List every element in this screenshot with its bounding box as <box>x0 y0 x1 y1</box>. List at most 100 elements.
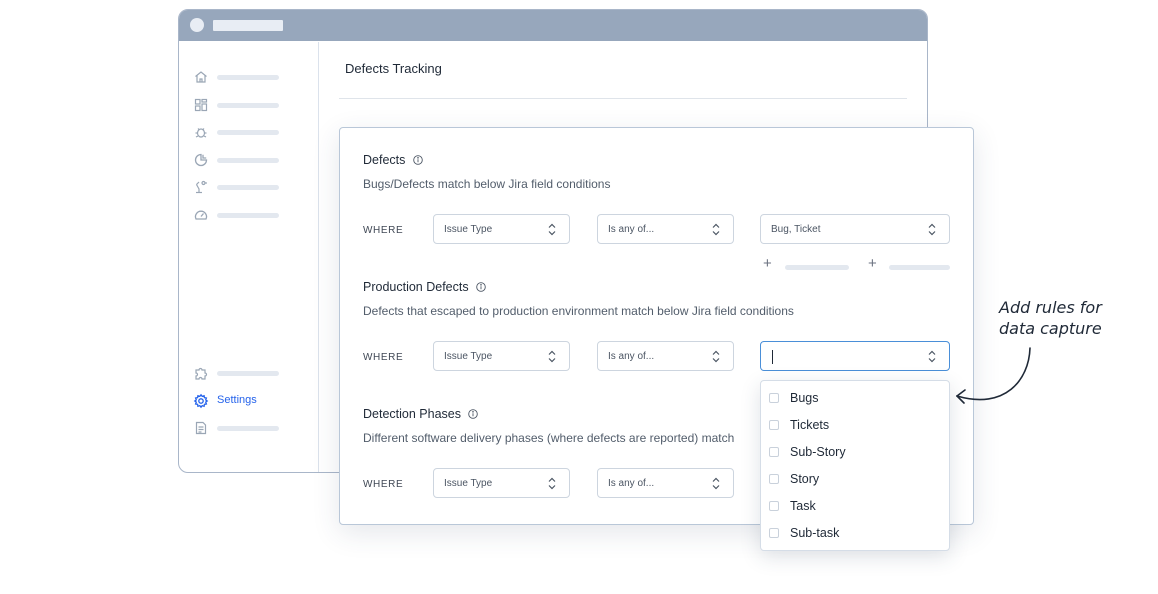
field-select[interactable]: Issue Type <box>433 214 570 244</box>
annotation-line: Add rules for <box>999 298 1102 317</box>
where-label: WHERE <box>363 225 404 236</box>
chevron-up-down-icon <box>548 223 556 236</box>
option-label: Story <box>790 472 820 486</box>
sidebar-item-placeholder <box>217 213 279 218</box>
sidebar-item-automation[interactable] <box>193 179 313 195</box>
sidebar-item-metrics[interactable] <box>193 207 313 223</box>
chevron-up-down-icon <box>712 350 720 363</box>
checkbox[interactable] <box>769 420 779 430</box>
plus-icon: + <box>868 255 877 272</box>
operator-select[interactable]: Is any of... <box>597 341 734 371</box>
field-select-value: Issue Type <box>444 351 493 362</box>
option-label: Sub-Story <box>790 445 846 459</box>
sidebar-item-reports[interactable] <box>193 152 313 168</box>
operator-select[interactable]: Is any of... <box>597 214 734 244</box>
dashboard-icon <box>194 98 208 112</box>
sidebar-item-dashboard[interactable] <box>193 97 313 113</box>
sidebar-item-integrations[interactable] <box>193 365 313 381</box>
sidebar-item-placeholder <box>217 158 279 163</box>
section-title-text: Defects <box>363 153 406 167</box>
checkbox[interactable] <box>769 501 779 511</box>
sidebar-item-placeholder <box>217 75 279 80</box>
bug-icon <box>195 128 207 138</box>
chevron-up-down-icon <box>548 477 556 490</box>
dropdown-option[interactable]: Task <box>769 499 939 515</box>
chevron-up-down-icon <box>712 223 720 236</box>
document-icon <box>195 421 207 435</box>
where-label: WHERE <box>363 479 404 490</box>
sidebar-item-settings[interactable]: Settings <box>193 393 313 409</box>
sidebar-item-placeholder <box>217 103 279 108</box>
option-label: Tickets <box>790 418 830 432</box>
field-select[interactable]: Issue Type <box>433 341 570 371</box>
sidebar-item-placeholder <box>217 130 279 135</box>
field-select-value: Issue Type <box>444 478 493 489</box>
checkbox[interactable] <box>769 528 779 538</box>
sidebar-item-label: Settings <box>217 394 257 406</box>
text-caret <box>772 350 773 364</box>
robot-icon <box>195 180 207 194</box>
chevron-up-down-icon <box>548 350 556 363</box>
operator-select-value: Is any of... <box>608 478 655 489</box>
add-group-button[interactable]: + <box>868 255 958 274</box>
chevron-up-down-icon <box>928 350 936 363</box>
add-condition-button[interactable]: + <box>763 255 853 274</box>
info-icon[interactable] <box>476 282 486 292</box>
dropdown-option[interactable]: Tickets <box>769 418 939 434</box>
sidebar-item-placeholder <box>217 371 279 376</box>
checkbox[interactable] <box>769 447 779 457</box>
speedometer-icon <box>194 210 208 220</box>
dropdown-option[interactable]: Sub-Story <box>769 445 939 461</box>
sidebar-item-bugs[interactable] <box>193 124 313 140</box>
dropdown-option[interactable]: Sub-task <box>769 526 939 542</box>
field-select-value: Issue Type <box>444 224 493 235</box>
gear-icon <box>193 393 209 409</box>
window-title-placeholder <box>213 20 283 31</box>
info-icon[interactable] <box>413 155 423 165</box>
dropdown-option[interactable]: Story <box>769 472 939 488</box>
window-dot <box>190 18 204 32</box>
value-dropdown-menu: Bugs Tickets Sub-Story Story Task Sub-ta… <box>760 380 950 551</box>
add-placeholder <box>889 265 950 270</box>
sidebar-item-placeholder <box>217 185 279 190</box>
value-select-value: Bug, Ticket <box>771 224 821 235</box>
title-divider <box>339 98 907 99</box>
dropdown-option[interactable]: Bugs <box>769 391 939 407</box>
window-titlebar <box>179 10 927 41</box>
field-select[interactable]: Issue Type <box>433 468 570 498</box>
home-icon <box>195 71 207 83</box>
section-title-defects: Defects <box>363 153 423 167</box>
sidebar-item-docs[interactable] <box>193 420 313 436</box>
value-select[interactable]: Bug, Ticket <box>760 214 950 244</box>
section-title-detection-phases: Detection Phases <box>363 407 479 421</box>
operator-select[interactable]: Is any of... <box>597 468 734 498</box>
section-description: Bugs/Defects match below Jira field cond… <box>363 177 611 191</box>
operator-select-value: Is any of... <box>608 351 655 362</box>
chevron-up-down-icon <box>928 223 936 236</box>
plus-icon: + <box>763 255 772 272</box>
sidebar: Settings <box>179 42 319 472</box>
section-description: Defects that escaped to production envir… <box>363 304 794 318</box>
checkbox[interactable] <box>769 474 779 484</box>
sidebar-item-placeholder <box>217 426 279 431</box>
section-title-production-defects: Production Defects <box>363 280 486 294</box>
chart-icon <box>194 153 208 167</box>
where-label: WHERE <box>363 352 404 363</box>
section-title-text: Production Defects <box>363 280 469 294</box>
annotation-callout: Add rules for data capture <box>999 297 1129 339</box>
operator-select-value: Is any of... <box>608 224 655 235</box>
add-placeholder <box>785 265 849 270</box>
value-select-active[interactable] <box>760 341 950 371</box>
sidebar-item-home[interactable] <box>193 69 313 85</box>
info-icon[interactable] <box>468 409 479 419</box>
checkbox[interactable] <box>769 393 779 403</box>
page-title: Defects Tracking <box>345 61 442 76</box>
puzzle-icon <box>195 367 208 380</box>
section-title-text: Detection Phases <box>363 407 461 421</box>
chevron-up-down-icon <box>712 477 720 490</box>
section-description: Different software delivery phases (wher… <box>363 431 735 445</box>
annotation-line: data capture <box>999 319 1102 338</box>
option-label: Task <box>790 499 816 513</box>
option-label: Bugs <box>790 391 819 405</box>
curved-arrow-icon <box>956 347 1031 404</box>
